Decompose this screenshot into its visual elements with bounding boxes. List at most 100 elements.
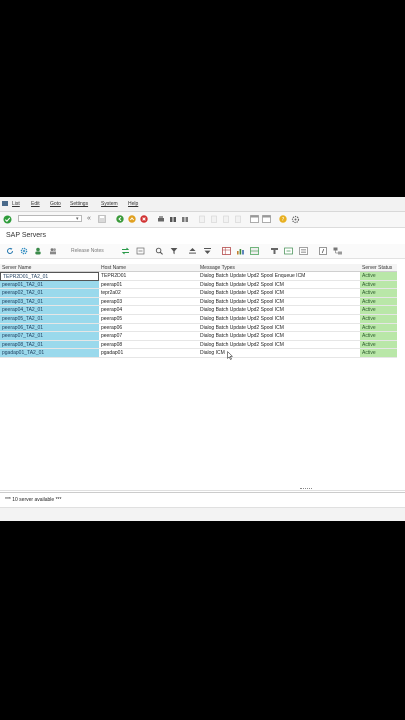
menu-system[interactable]: System — [101, 201, 118, 207]
switch-icon[interactable] — [121, 247, 130, 255]
network-icon[interactable] — [333, 247, 343, 255]
column-header-host-name[interactable]: Host Name — [99, 264, 198, 272]
next-page-icon[interactable] — [222, 215, 230, 223]
message-types-cell: Dialog Batch Update Upd2 Spool ICM — [198, 315, 360, 324]
first-page-icon[interactable] — [198, 215, 206, 223]
chart-icon[interactable] — [236, 247, 245, 255]
server-status-cell: Active — [360, 332, 397, 341]
pane-splitter[interactable] — [0, 490, 405, 491]
list-icon[interactable] — [299, 247, 308, 255]
exit-icon[interactable] — [128, 215, 136, 223]
export-icon[interactable] — [136, 247, 145, 255]
server-status-cell: Active — [360, 272, 397, 281]
sap-window: List Edit Goto Settings System Help ▾ « — [0, 197, 405, 521]
column-header-server-name[interactable]: Server Name — [0, 264, 99, 272]
server-name-cell[interactable]: peerap07_TA2_01 — [0, 332, 99, 341]
search-icon[interactable] — [155, 247, 164, 255]
sort-descending-icon[interactable] — [203, 247, 212, 255]
server-status-cell: Active — [360, 349, 397, 358]
user-icon[interactable] — [34, 247, 42, 255]
enter-icon[interactable] — [3, 215, 12, 224]
table-row[interactable]: peerap02_TA2_01 tepr2a02 Dialog Batch Up… — [0, 289, 397, 298]
filter-icon[interactable] — [170, 247, 178, 255]
message-types-cell: Dialog Batch Update Upd2 Spool ICM — [198, 306, 360, 315]
server-status-cell: Active — [360, 280, 397, 290]
host-name-cell: pgadap01 — [99, 349, 198, 358]
menu-help[interactable]: Help — [128, 201, 138, 207]
message-types-cell: Dialog Batch Update Upd2 Spool ICM — [198, 341, 360, 350]
splitter-handle[interactable] — [300, 488, 312, 491]
server-name-cell[interactable]: peerap04_TA2_01 — [0, 306, 99, 315]
cancel-icon[interactable] — [140, 215, 148, 223]
svg-text:?: ? — [282, 217, 285, 223]
release-notes-button[interactable]: Release Notes — [71, 248, 104, 254]
menu-settings[interactable]: Settings — [70, 201, 88, 207]
shortcut-icon[interactable] — [262, 215, 271, 223]
table-row[interactable]: peerap07_TA2_01 peerap07 Dialog Batch Up… — [0, 332, 397, 341]
table-icon[interactable] — [222, 247, 231, 255]
select-layout-icon[interactable] — [270, 247, 279, 255]
sap-menu-icon[interactable] — [2, 201, 8, 206]
last-page-icon[interactable] — [234, 215, 242, 223]
back-icon[interactable] — [116, 215, 124, 223]
print-icon[interactable] — [157, 215, 165, 223]
menu-edit[interactable]: Edit — [31, 201, 40, 207]
table-row[interactable]: TEPR2D01_TA2_01 TEPR2D01 Dialog Batch Up… — [0, 272, 397, 281]
users-icon[interactable] — [49, 247, 57, 255]
host-name-cell: tepr2a02 — [99, 289, 198, 298]
table-row[interactable]: pgadap01_TA2_01 pgadap01 Dialog ICM Acti… — [0, 349, 397, 358]
settings-icon[interactable] — [20, 247, 28, 255]
host-name-cell: peerap03 — [99, 298, 198, 307]
server-name-cell[interactable]: pgadap01_TA2_01 — [0, 349, 99, 358]
save-icon[interactable] — [98, 215, 106, 223]
info-icon[interactable] — [319, 247, 327, 255]
create-session-icon[interactable] — [250, 215, 259, 223]
status-message: *** 10 server available *** — [5, 497, 62, 503]
sort-ascending-icon[interactable] — [188, 247, 197, 255]
server-status-cell: Active — [360, 315, 397, 324]
column-header-server-status[interactable]: Server Status — [360, 264, 397, 272]
server-status-cell: Active — [360, 297, 397, 307]
server-name-cell[interactable]: peerap03_TA2_01 — [0, 297, 99, 307]
host-name-cell: peerap05 — [99, 315, 198, 324]
table-row[interactable]: peerap03_TA2_01 peerap03 Dialog Batch Up… — [0, 297, 397, 307]
server-status-cell: Active — [360, 306, 397, 315]
message-types-cell: Dialog Batch Update Upd2 Spool ICM — [198, 332, 360, 341]
server-name-cell[interactable]: TEPR2D01_TA2_01 — [0, 272, 99, 281]
previous-page-icon[interactable] — [210, 215, 218, 223]
menu-bar: List Edit Goto Settings System Help — [0, 197, 405, 212]
find-next-icon[interactable] — [181, 215, 189, 223]
help-icon[interactable]: ? — [279, 215, 287, 223]
table-row[interactable]: peerap04_TA2_01 peerap04 Dialog Batch Up… — [0, 306, 397, 315]
layout-icon[interactable] — [250, 247, 259, 255]
server-name-cell[interactable]: peerap01_TA2_01 — [0, 280, 99, 290]
table-row[interactable]: peerap06_TA2_01 peerap06 Dialog Batch Up… — [0, 323, 397, 333]
menu-goto[interactable]: Goto — [50, 201, 61, 207]
server-status-cell: Active — [360, 289, 397, 298]
system-toolbar: ▾ « ? — [0, 212, 405, 228]
server-name-cell[interactable]: peerap05_TA2_01 — [0, 315, 99, 324]
column-header-message-types[interactable]: Message Types — [198, 264, 360, 272]
refresh-icon[interactable] — [6, 247, 14, 255]
message-types-cell: Dialog Batch Update Upd2 Spool ICM — [198, 281, 360, 290]
server-name-cell[interactable]: peerap08_TA2_01 — [0, 340, 99, 350]
menu-list[interactable]: List — [12, 201, 20, 207]
table-row[interactable]: peerap01_TA2_01 peerap01 Dialog Batch Up… — [0, 280, 397, 290]
message-types-cell: Dialog ICM — [198, 349, 360, 358]
command-dropdown-icon[interactable]: ▾ — [76, 216, 79, 222]
command-field[interactable] — [18, 215, 82, 222]
message-types-cell: Dialog Batch Update Upd2 Spool ICM — [198, 324, 360, 333]
table-row[interactable]: peerap08_TA2_01 peerap08 Dialog Batch Up… — [0, 340, 397, 350]
page-title: SAP Servers — [6, 232, 46, 239]
table-row[interactable]: peerap05_TA2_01 peerap05 Dialog Batch Up… — [0, 315, 397, 324]
status-bar-footer — [0, 507, 405, 521]
collapse-icon[interactable]: « — [87, 215, 91, 223]
server-status-cell: Active — [360, 323, 397, 333]
server-name-cell[interactable]: peerap06_TA2_01 — [0, 323, 99, 333]
server-name-cell[interactable]: peerap02_TA2_01 — [0, 289, 99, 298]
host-name-cell: peerap08 — [99, 341, 198, 350]
message-types-cell: Dialog Batch Update Upd2 Spool Enqueue I… — [198, 272, 360, 281]
customize-layout-icon[interactable] — [291, 215, 300, 224]
save-layout-icon[interactable] — [284, 247, 293, 255]
find-icon[interactable] — [169, 215, 177, 223]
